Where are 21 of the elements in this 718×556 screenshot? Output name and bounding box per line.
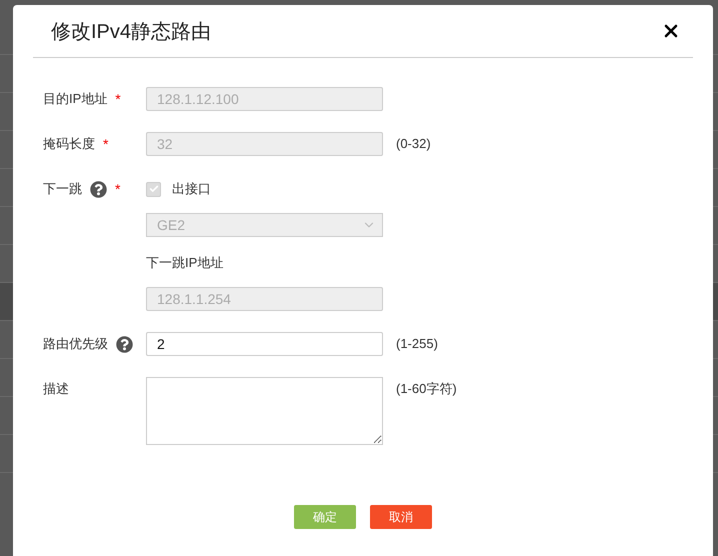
help-icon[interactable] bbox=[90, 180, 107, 198]
check-icon bbox=[148, 184, 158, 194]
input-field[interactable]: 2 bbox=[146, 332, 383, 356]
field-label: 路由优先级 bbox=[43, 335, 108, 353]
range-hint: (1-60字符) bbox=[396, 380, 457, 398]
field-label: 下一跳 bbox=[43, 180, 82, 198]
field-label: 下一跳IP地址 bbox=[146, 254, 224, 272]
required-mark: * bbox=[115, 181, 120, 197]
dialog-title: 修改IPv4静态路由 bbox=[50, 20, 212, 44]
required-mark: * bbox=[103, 136, 108, 152]
field-label: 掩码长度 bbox=[43, 135, 95, 153]
cancel-button[interactable]: 取消 bbox=[370, 505, 432, 529]
field-label: 描述 bbox=[43, 380, 69, 398]
range-hint: (1-255) bbox=[396, 335, 438, 353]
help-icon[interactable] bbox=[116, 336, 133, 352]
checkbox-label: 出接口 bbox=[172, 180, 211, 198]
required-mark: * bbox=[115, 91, 121, 107]
field-label: 目的IP地址 bbox=[43, 90, 108, 108]
range-hint: (0-32) bbox=[396, 135, 431, 153]
description-field[interactable] bbox=[146, 377, 383, 445]
confirm-button[interactable]: 确定 bbox=[294, 505, 356, 529]
